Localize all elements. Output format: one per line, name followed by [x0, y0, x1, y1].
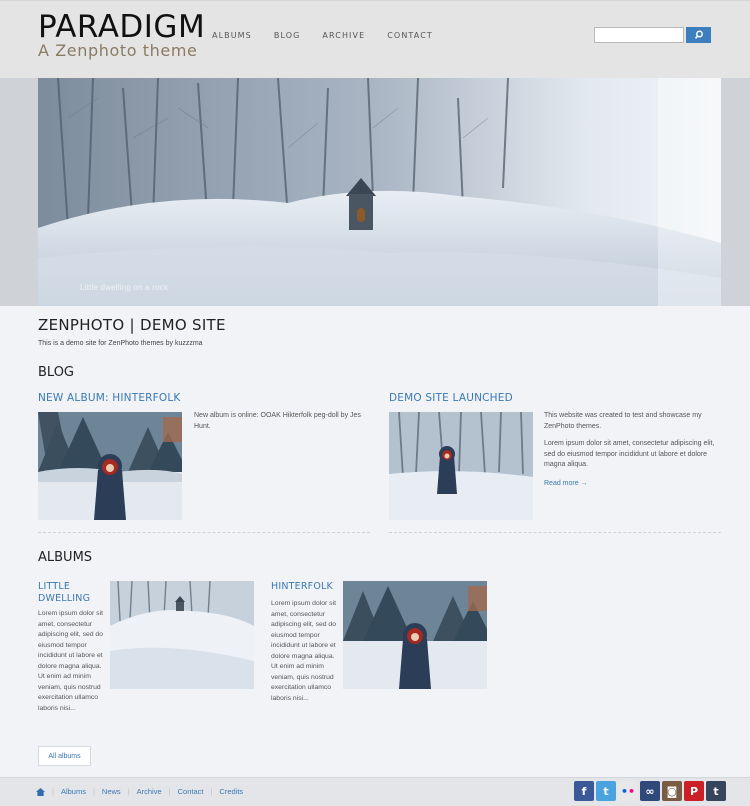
- peg-doll: [94, 454, 126, 520]
- separator: |: [210, 787, 213, 796]
- flickr-icon[interactable]: • •: [618, 781, 638, 801]
- site-logo[interactable]: PARADIGM: [38, 9, 205, 45]
- nav-contact[interactable]: CONTACT: [387, 31, 433, 40]
- separator: |: [52, 787, 54, 796]
- peg-doll-small: [437, 446, 457, 494]
- site-tagline: A Zenphoto theme: [38, 41, 198, 60]
- hero-caption: Little dwelling on a rock: [80, 283, 169, 292]
- footer-link-albums[interactable]: Albums: [61, 787, 86, 796]
- read-more-link[interactable]: Read more →: [544, 480, 588, 487]
- album-title-little-dwelling[interactable]: LITTLE DWELLING: [38, 581, 106, 605]
- footer-link-contact[interactable]: Contact: [178, 787, 204, 796]
- footer-nav: | Albums | News | Archive | Contact | Cr…: [36, 787, 243, 796]
- hero-banner: Little dwelling on a rock: [0, 78, 750, 306]
- album-thumb-hinterfolk[interactable]: [343, 581, 487, 689]
- facebook-icon[interactable]: f: [574, 781, 594, 801]
- divider: [38, 532, 370, 533]
- album-thumb-little-dwelling[interactable]: [110, 581, 254, 689]
- nav-albums[interactable]: ALBUMS: [212, 31, 252, 40]
- footer-link-news[interactable]: News: [102, 787, 121, 796]
- page-title: ZENPHOTO | DEMO SITE: [38, 316, 226, 334]
- blog-heading: BLOG: [38, 365, 75, 380]
- site-header: PARADIGM A Zenphoto theme ALBUMS BLOG AR…: [0, 0, 750, 78]
- post-excerpt-1: This website was created to test and sho…: [544, 412, 702, 430]
- post-image-hinterfolk[interactable]: [38, 412, 182, 520]
- post-title-demo-site[interactable]: DEMO SITE LAUNCHED: [389, 392, 513, 404]
- albums-heading: ALBUMS: [38, 550, 93, 565]
- divider: [389, 532, 721, 533]
- infinity-icon[interactable]: ∞: [640, 781, 660, 801]
- hero-image[interactable]: [38, 78, 721, 306]
- main-nav: ALBUMS BLOG ARCHIVE CONTACT: [212, 31, 455, 40]
- pinterest-icon[interactable]: P: [684, 781, 704, 801]
- separator: |: [168, 787, 171, 796]
- home-icon[interactable]: [36, 787, 45, 796]
- footer-link-credits[interactable]: Credits: [219, 787, 243, 796]
- site-footer: | Albums | News | Archive | Contact | Cr…: [0, 777, 750, 806]
- all-albums-button[interactable]: All albums: [38, 746, 91, 766]
- page-description: This is a demo site for ZenPhoto themes …: [38, 340, 203, 347]
- search-button[interactable]: [686, 27, 711, 43]
- search-icon: [694, 30, 703, 39]
- instagram-icon[interactable]: ◙: [662, 781, 682, 801]
- footer-link-archive[interactable]: Archive: [137, 787, 162, 796]
- album-description: Lorem ipsum dolor sit amet, consectetur …: [271, 600, 336, 702]
- post-excerpt-2: Lorem ipsum dolor sit amet, consectetur …: [544, 440, 715, 468]
- post-image-demo[interactable]: [389, 412, 533, 520]
- post-title-new-album[interactable]: NEW ALBUM: HINTERFOLK: [38, 392, 181, 404]
- post-excerpt: New album is online: OOAK Hikterfolk peg…: [194, 412, 361, 430]
- separator: |: [92, 787, 95, 796]
- album-description: Lorem ipsum dolor sit amet, consectetur …: [38, 610, 103, 712]
- separator: |: [127, 787, 130, 796]
- nav-blog[interactable]: BLOG: [274, 31, 301, 40]
- nav-archive[interactable]: ARCHIVE: [322, 31, 365, 40]
- album-title-hinterfolk[interactable]: HINTERFOLK: [271, 581, 339, 593]
- twitter-icon[interactable]: t: [596, 781, 616, 801]
- tumblr-icon[interactable]: t: [706, 781, 726, 801]
- social-links: f t • • ∞ ◙ Pt: [574, 781, 726, 801]
- search-input[interactable]: [594, 27, 684, 43]
